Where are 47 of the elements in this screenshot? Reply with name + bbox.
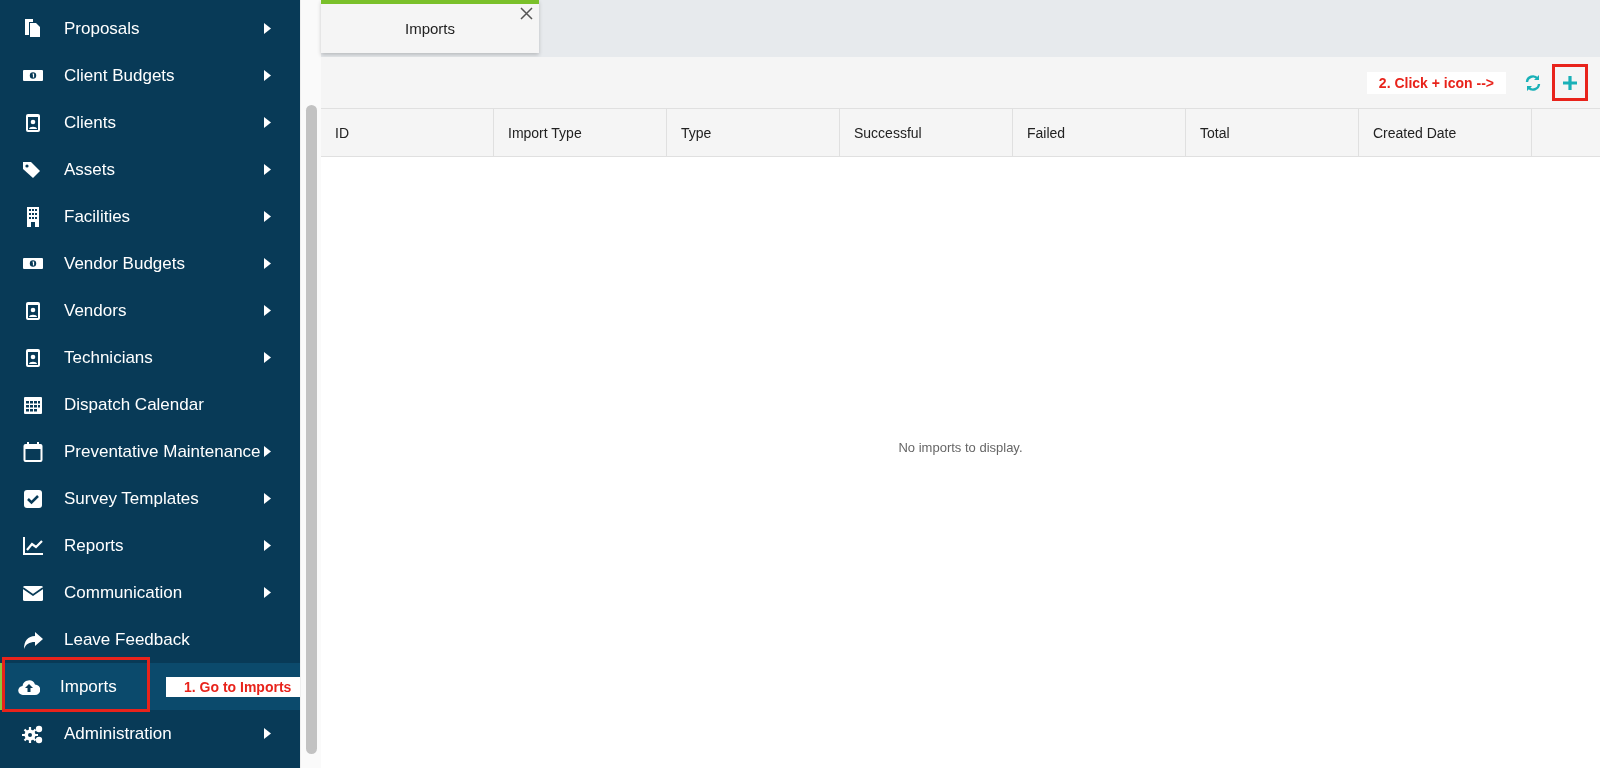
callout-label: 2. Click + icon --> [1366, 71, 1506, 94]
column-header[interactable]: ID [321, 109, 494, 156]
plus-icon [1562, 74, 1578, 91]
sidebar-item[interactable]: Leave Feedback [0, 616, 300, 663]
close-icon[interactable] [520, 7, 533, 20]
caret-icon [264, 587, 272, 598]
tab[interactable]: Imports [321, 0, 539, 53]
caret-icon [264, 117, 272, 128]
sidebar-item[interactable]: Vendor Budgets [0, 240, 300, 287]
sidebar-item[interactable]: Dispatch Calendar [0, 381, 300, 428]
column-header[interactable]: Total [1186, 109, 1359, 156]
add-button[interactable] [1552, 64, 1588, 101]
caret-icon [264, 493, 272, 504]
sidebar-item[interactable]: Vendors [0, 287, 300, 334]
column-header[interactable]: Created Date [1359, 109, 1532, 156]
empty-message: No imports to display. [898, 440, 1023, 455]
callout-label: 1. Go to Imports [166, 677, 300, 697]
sidebar-item[interactable]: Communication [0, 569, 300, 616]
caret-icon [264, 23, 272, 34]
sidebar-item[interactable]: Client Budgets [0, 52, 300, 99]
checkbox-icon [22, 487, 44, 510]
sidebar-item[interactable]: Technicians [0, 334, 300, 381]
caret-icon [264, 446, 272, 457]
caret-icon [264, 70, 272, 81]
sidebar-item[interactable]: Preventative Maintenance [0, 428, 300, 475]
line-chart-icon [22, 534, 44, 557]
sidebar-item[interactable]: Administration [0, 710, 300, 757]
caret-icon [264, 164, 272, 175]
column-header[interactable]: Type [667, 109, 840, 156]
caret-icon [264, 305, 272, 316]
calendar-icon [22, 440, 44, 463]
caret-icon [264, 352, 272, 363]
sidebar-item[interactable]: Clients [0, 99, 300, 146]
sidebar-item[interactable]: Assets [0, 146, 300, 193]
scrollbar[interactable] [306, 105, 317, 754]
caret-icon [264, 211, 272, 222]
refresh-icon [1524, 73, 1542, 92]
sidebar-item[interactable]: Proposals [0, 5, 300, 52]
caret-icon [264, 258, 272, 269]
column-header[interactable]: Successful [840, 109, 1013, 156]
sidebar-item[interactable]: Reports [0, 522, 300, 569]
column-header[interactable]: Import Type [494, 109, 667, 156]
caret-icon [264, 540, 272, 551]
caret-icon [264, 728, 272, 739]
sidebar-item[interactable]: Facilities [0, 193, 300, 240]
column-header[interactable]: Failed [1013, 109, 1186, 156]
sidebar-item[interactable]: Survey Templates [0, 475, 300, 522]
